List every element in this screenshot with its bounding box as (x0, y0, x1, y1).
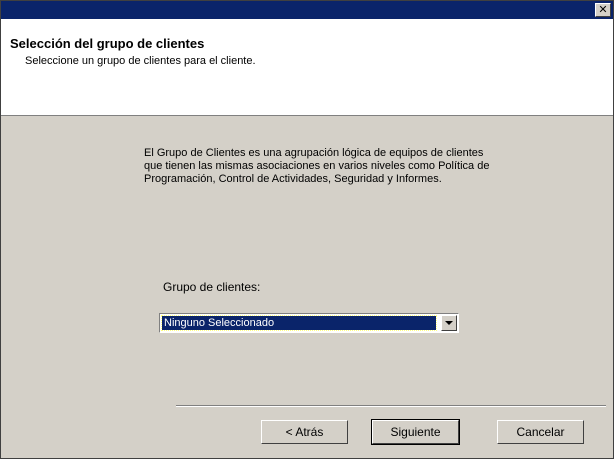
wizard-header: Selección del grupo de clientes Seleccio… (1, 19, 613, 116)
chevron-down-icon[interactable] (441, 315, 457, 331)
client-group-selected-value[interactable]: Ninguno Seleccionado (161, 315, 437, 331)
page-subtitle: Seleccione un grupo de clientes para el … (25, 55, 256, 67)
footer-divider (176, 405, 606, 407)
back-button[interactable]: < Atrás (261, 420, 348, 444)
setup-wizard-window: ✕ Selección del grupo de clientes Selecc… (0, 0, 614, 459)
client-group-select[interactable]: Ninguno Seleccionado (159, 313, 459, 333)
page-title: Selección del grupo de clientes (10, 36, 205, 51)
client-group-label: Grupo de clientes: (163, 280, 261, 294)
next-button[interactable]: Siguiente (371, 419, 460, 445)
cancel-button[interactable]: Cancelar (497, 420, 584, 444)
title-bar[interactable]: ✕ (1, 1, 613, 19)
client-group-description: El Grupo de Clientes es una agrupación l… (144, 147, 490, 185)
close-icon[interactable]: ✕ (595, 3, 611, 17)
